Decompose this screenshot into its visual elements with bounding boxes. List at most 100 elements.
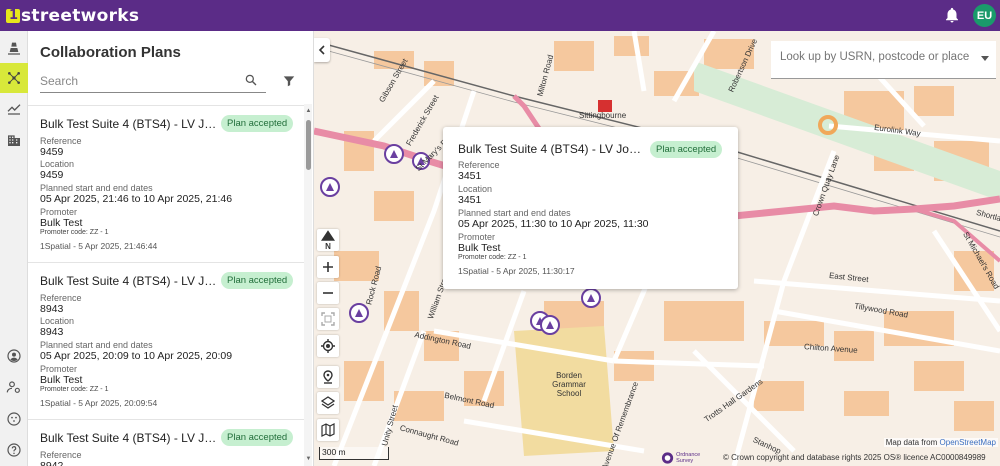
popup-plan-title: Bulk Test Suite 4 (BTS4) - LV Joint bay.… [458,142,643,156]
map-view[interactable]: Sittingbourne Eurolink Way East Street T… [314,31,1000,466]
dates-label: Planned start and end dates [40,183,153,193]
rail-account-button[interactable] [0,341,28,371]
location-lookup-input[interactable] [780,51,975,63]
ordnance-survey-logo-icon [661,451,674,464]
basemap-button[interactable] [317,419,339,441]
rail-collaboration-button[interactable] [0,63,28,93]
popup-promoter-value: Bulk Test [458,242,501,254]
fit-extent-button[interactable] [317,308,339,330]
zoom-in-button[interactable] [317,256,339,278]
top-bar: streetworks EU [0,0,1000,31]
search-icon[interactable] [244,73,258,87]
rail-user-settings-button[interactable] [0,372,28,402]
location-label: Location [40,316,75,326]
os-logo-text: Ordnance Survey [676,451,701,464]
logo-mark-icon [6,8,20,23]
popup-promoter-code: Promoter code: ZZ - 1 [458,254,527,261]
plan-title: Bulk Test Suite 4 (BTS4) - LV Joint bay.… [40,431,220,445]
popup-reference-label: Reference [458,160,500,170]
reference-value: 8943 [40,303,64,315]
app-logo[interactable]: streetworks [6,6,139,26]
reference-label: Reference [40,293,82,303]
plan-popup[interactable]: Bulk Test Suite 4 (BTS4) - LV Joint bay.… [443,127,738,289]
north-label: N [325,242,331,251]
plan-title: Bulk Test Suite 4 (BTS4) - LV Joint bay.… [40,274,220,288]
buildings-icon [8,135,20,146]
map-label: Borden Grammar School [552,371,586,398]
collaboration-plans-panel: Collaboration Plans Bulk Test Suite 4 (B… [28,31,314,466]
search-input[interactable] [40,71,230,91]
scroll-down-arrow-icon[interactable]: ▼ [305,456,312,462]
rail-organisations-button[interactable] [0,125,28,155]
zoom-out-button[interactable] [317,282,339,304]
promoter-label: Promoter [40,364,78,374]
account-icon [7,349,21,363]
chevron-left-icon [318,45,325,55]
openstreetmap-link[interactable]: OpenStreetMap [940,438,996,447]
location-lookup [771,41,996,79]
popup-location-label: Location [458,184,493,194]
copyright-notice: © Crown copyright and database rights 20… [723,453,986,462]
help-icon [7,443,21,457]
popup-status-badge: Plan accepted [650,141,723,158]
notification-bell-icon[interactable] [943,6,961,24]
location-pin-icon [323,370,333,384]
minus-icon [323,292,333,294]
map-label: Sittingbourne [579,111,627,120]
layers-icon [321,396,335,409]
panel-title: Collaboration Plans [40,44,181,61]
plan-footer: 1Spatial - 5 Apr 2025, 20:09:54 [40,398,158,408]
popup-dates-label: Planned start and end dates [458,208,571,218]
users-settings-icon [6,381,20,393]
plan-card[interactable]: Bulk Test Suite 4 (BTS4) - LV Joint bay.… [28,262,304,419]
works-cone-icon [8,42,20,55]
popup-location-value: 3451 [458,194,482,206]
dropdown-caret-icon[interactable] [981,56,989,61]
ordnance-survey-logo: Ordnance Survey [661,450,716,465]
compass-button[interactable]: N [317,229,339,251]
dates-value: 05 Apr 2025, 21:46 to 10 Apr 2025, 21:46 [40,193,233,205]
layers-button[interactable] [317,392,339,414]
collapse-panel-button[interactable] [314,38,330,62]
panel-scrollbar-thumb[interactable] [306,120,311,170]
place-pin-button[interactable] [317,366,339,388]
rail-support-button[interactable] [0,404,28,434]
dates-value: 05 Apr 2025, 20:09 to 10 Apr 2025, 20:09 [40,350,233,362]
map-icon [321,423,335,437]
popup-footer: 1Spatial - 5 Apr 2025, 11:30:17 [458,266,575,276]
my-location-button[interactable] [317,335,339,357]
support-icon [7,412,21,426]
dates-label: Planned start and end dates [40,340,153,350]
search-box [40,71,266,93]
rail-analytics-button[interactable] [0,93,28,123]
reference-value: 9459 [40,146,64,158]
logo-text: streetworks [21,5,140,26]
scroll-up-arrow-icon[interactable]: ▲ [305,108,312,114]
crosshair-icon [321,339,335,353]
analytics-icon [7,104,21,115]
attribution-prefix: Map data from [885,438,940,447]
popup-dates-value: 05 Apr 2025, 11:30 to 10 Apr 2025, 11:30 [458,218,649,230]
location-value: 8943 [40,326,64,338]
promoter-value: Bulk Test [40,374,83,386]
plus-icon [323,262,333,272]
compass-arrow-icon [321,230,335,241]
promoter-label: Promoter [40,207,78,217]
popup-reference-value: 3451 [458,170,482,182]
rail-help-button[interactable] [0,435,28,465]
fit-extent-icon [321,312,335,326]
plan-card[interactable]: Bulk Test Suite 4 (BTS4) - LV Joint bay.… [28,419,304,466]
filter-icon[interactable] [282,74,296,88]
status-badge: Plan accepted [221,429,294,446]
plan-title: Bulk Test Suite 4 (BTS4) - LV Joint bay.… [40,117,220,131]
rail-works-button[interactable] [0,33,28,63]
plan-footer: 1Spatial - 5 Apr 2025, 21:46:44 [40,241,158,251]
promoter-value: Bulk Test [40,217,83,229]
map-scale-bar: 300 m [319,447,389,460]
promoter-code: Promoter code: ZZ - 1 [40,229,109,236]
reference-label: Reference [40,136,82,146]
plan-card[interactable]: Bulk Test Suite 4 (BTS4) - LV Joint bay.… [28,105,304,262]
left-nav-rail [0,31,28,466]
status-badge: Plan accepted [221,272,294,289]
user-avatar[interactable]: EU [973,4,996,27]
